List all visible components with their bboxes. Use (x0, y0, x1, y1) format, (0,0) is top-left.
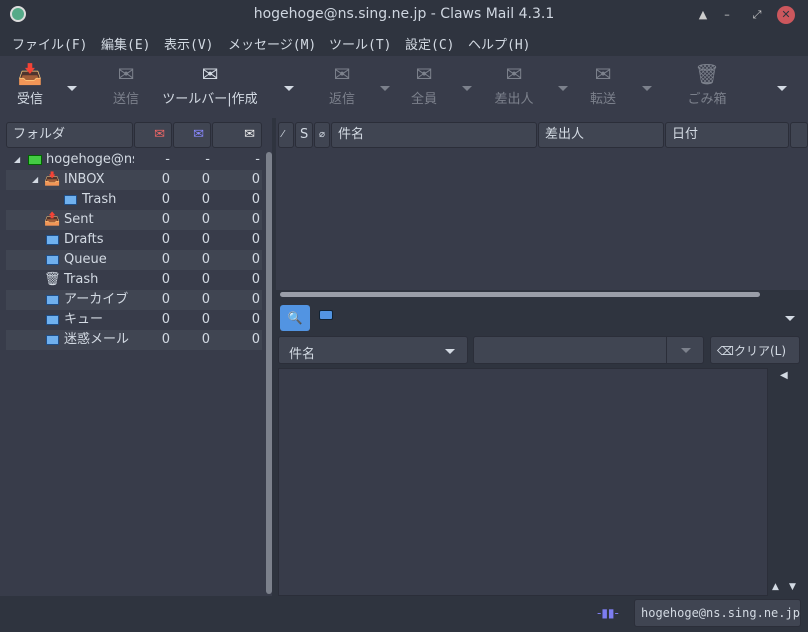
receive-dropdown[interactable] (67, 86, 77, 91)
account-status[interactable]: hogehoge@ns.sing.ne.jp (634, 599, 801, 627)
menu-tools[interactable]: ツール(T) (329, 34, 391, 53)
expand-icon[interactable]: ◢ (14, 150, 20, 170)
folder-row-inbox[interactable]: ◢ 📥 INBOX 0 0 0 (6, 170, 262, 190)
subject-column-header[interactable]: 件名 (331, 122, 537, 148)
folder-icon (46, 315, 59, 325)
folder-open-icon[interactable] (319, 310, 333, 320)
forward-dropdown[interactable] (642, 86, 652, 91)
mark-column-header[interactable]: ⁄ (278, 122, 294, 148)
compose-icon: ✉ (201, 62, 219, 86)
clear-icon: ⌫ (717, 344, 734, 358)
scroll-up-icon[interactable]: ▲ (772, 582, 779, 592)
keep-above-button[interactable]: ▲ (694, 6, 712, 24)
date-column-header[interactable]: 日付 (665, 122, 789, 148)
expand-icon[interactable]: ◢ (32, 170, 38, 190)
reply-sender-button[interactable]: ✉ 差出人 (490, 60, 538, 107)
menu-edit[interactable]: 編集(E) (101, 34, 150, 53)
status-column-header[interactable]: S (295, 122, 313, 148)
receive-button[interactable]: 📥 受信 (12, 60, 48, 107)
toolbar-overflow[interactable] (777, 86, 787, 91)
total-column-header[interactable]: ✉ (212, 122, 262, 148)
menu-settings[interactable]: 設定(C) (405, 34, 454, 53)
unread-column-header[interactable]: ✉ (173, 122, 211, 148)
folder-column-header[interactable]: フォルダ (6, 122, 133, 148)
clear-button[interactable]: ⌫クリア(L) (710, 336, 800, 364)
folder-row-inbox-trash[interactable]: Trash 0 0 0 (6, 190, 262, 210)
magnifier-icon: 🔍 (287, 311, 303, 325)
reply-all-button[interactable]: ✉ 全員 (406, 60, 442, 107)
quickbar-menu[interactable] (785, 316, 795, 321)
window-title: hogehoge@ns.sing.ne.jp - Claws Mail 4.3.… (253, 6, 555, 22)
folder-row-spam[interactable]: 迷惑メール 0 0 0 (6, 330, 262, 350)
folder-row-archive[interactable]: アーカイブ 0 0 0 (6, 290, 262, 310)
folder-row-queue[interactable]: Queue 0 0 0 (6, 250, 262, 270)
attachment-column-header[interactable]: ⌀ (314, 122, 330, 148)
trash-button[interactable]: 🗑 ごみ箱 (682, 60, 732, 107)
paperclip-icon: ⌀ (319, 129, 326, 140)
send-icon: ✉ (117, 62, 135, 86)
folder-row-account[interactable]: ◢ hogehoge@ns - - - (6, 150, 262, 170)
send-button[interactable]: ✉ 送信 (108, 60, 144, 107)
drafts-icon (46, 235, 59, 245)
folder-icon (46, 335, 59, 345)
reply-sender-dropdown[interactable] (558, 86, 568, 91)
search-field-select[interactable]: 件名 (278, 336, 468, 364)
menu-file[interactable]: ファイル(F) (12, 34, 87, 53)
forward-icon: ✉ (594, 62, 612, 86)
reply-icon: ✉ (333, 62, 351, 86)
search-input[interactable] (473, 336, 704, 364)
from-column-header[interactable]: 差出人 (538, 122, 664, 148)
menu-view[interactable]: 表示(V) (164, 34, 213, 53)
more-column-header[interactable] (790, 122, 808, 148)
maximize-button[interactable]: ⤢ (748, 6, 766, 24)
folder-icon (64, 195, 77, 205)
account-folder-icon (28, 155, 42, 165)
collapse-arrow-icon[interactable]: ◀ (780, 370, 788, 381)
compose-dropdown[interactable] (284, 86, 294, 91)
reply-button[interactable]: ✉ 返信 (324, 60, 360, 107)
reply-sender-icon: ✉ (505, 62, 523, 86)
receive-icon: 📥 (17, 62, 43, 86)
reply-all-icon: ✉ (415, 62, 433, 86)
folder-row-queue-jp[interactable]: キュー 0 0 0 (6, 310, 262, 330)
scroll-down-icon[interactable]: ▼ (789, 582, 796, 592)
trash-icon: 🗑 (694, 62, 720, 86)
sent-icon: 📤 (44, 212, 61, 227)
forward-button[interactable]: ✉ 転送 (585, 60, 621, 107)
menu-help[interactable]: ヘルプ(H) (468, 34, 530, 53)
total-mail-icon: ✉ (244, 127, 255, 142)
folder-scrollbar[interactable] (266, 152, 272, 594)
unread-mail-icon: ✉ (193, 127, 204, 142)
folder-row-trash[interactable]: 🗑 Trash 0 0 0 (6, 270, 262, 290)
folder-icon (46, 295, 59, 305)
search-history-dropdown[interactable] (681, 348, 691, 353)
compose-button[interactable]: ✉ ツールバー|作成 (158, 60, 262, 107)
quicksearch-toggle[interactable]: 🔍 (280, 305, 310, 331)
close-button[interactable]: ✕ (777, 6, 795, 24)
reply-all-dropdown[interactable] (462, 86, 472, 91)
trash-folder-icon: 🗑 (44, 272, 61, 287)
minimize-button[interactable]: – (718, 6, 736, 24)
message-list-hscrollbar[interactable] (280, 292, 760, 297)
new-column-header[interactable]: ✉ (134, 122, 172, 148)
message-view (278, 368, 768, 596)
inbox-icon: 📥 (44, 172, 61, 187)
folder-row-sent[interactable]: 📤 Sent 0 0 0 (6, 210, 262, 230)
queue-icon (46, 255, 59, 265)
online-status-icon[interactable]: -▮▮- (597, 606, 619, 620)
chevron-down-icon (445, 349, 455, 354)
menu-message[interactable]: メッセージ(M) (228, 34, 316, 53)
folder-row-drafts[interactable]: Drafts 0 0 0 (6, 230, 262, 250)
reply-dropdown[interactable] (380, 86, 390, 91)
new-mail-icon: ✉ (154, 127, 165, 142)
